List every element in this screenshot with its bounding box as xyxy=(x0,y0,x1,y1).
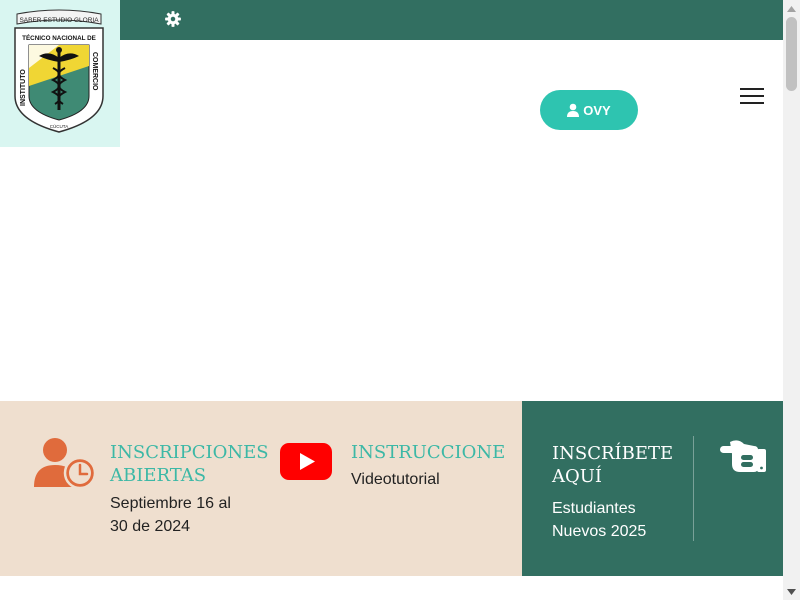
scroll-down-arrow-icon[interactable] xyxy=(783,583,800,600)
logo-name-right: COMERCIO xyxy=(91,52,98,91)
cta-title[interactable]: INSCRÍBETE AQUÍ xyxy=(552,442,687,488)
user-account-label: OVY xyxy=(583,102,611,118)
gear-icon[interactable] xyxy=(164,10,182,28)
school-logo[interactable]: SABER ESTUDIO GLORIA TÉCNICO NACIONAL DE… xyxy=(0,0,120,147)
youtube-icon[interactable] xyxy=(280,443,332,485)
logo-city: CÚCUTA xyxy=(50,123,68,129)
vertical-scrollbar[interactable] xyxy=(783,0,800,600)
user-account-button[interactable]: OVY xyxy=(540,90,638,130)
logo-motto: SABER ESTUDIO GLORIA xyxy=(19,17,99,24)
scrollbar-thumb[interactable] xyxy=(786,17,797,91)
cta-subtitle[interactable]: Estudiantes Nuevos 2025 xyxy=(552,497,672,543)
inscripciones-dates: Septiembre 16 al 30 de 2024 xyxy=(110,495,231,535)
hand-pointer-icon xyxy=(720,438,768,479)
hamburger-line xyxy=(740,88,764,90)
inscripciones-title: INSCRIPCIONES ABIERTAS xyxy=(110,442,269,486)
hamburger-line xyxy=(740,102,764,104)
scroll-up-arrow-icon[interactable] xyxy=(783,0,800,17)
logo-name-left: INSTITUTO xyxy=(20,69,27,106)
hamburger-line xyxy=(740,95,764,97)
instrucciones-title[interactable]: INSTRUCCIONE xyxy=(351,441,516,464)
user-icon xyxy=(567,103,580,117)
logo-name-top: TÉCNICO NACIONAL DE xyxy=(22,33,96,42)
cta-divider xyxy=(693,436,694,541)
hamburger-icon[interactable] xyxy=(740,86,766,106)
instrucciones-subtitle[interactable]: Videotutorial xyxy=(351,468,440,491)
user-clock-icon xyxy=(34,437,97,494)
logo-emblem-icon: SABER ESTUDIO GLORIA TÉCNICO NACIONAL DE… xyxy=(14,9,104,133)
inscribete-cta-panel[interactable] xyxy=(522,401,783,576)
